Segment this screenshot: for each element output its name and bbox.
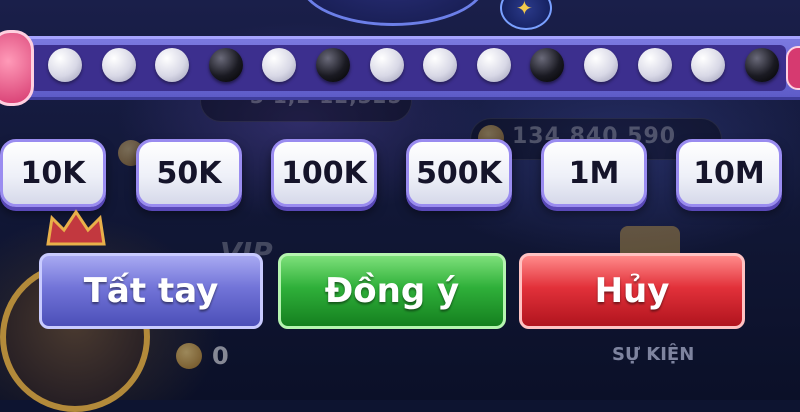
white-bead	[691, 48, 725, 82]
white-bead	[155, 48, 189, 82]
confirm-button[interactable]: Đồng ý	[278, 253, 506, 329]
chip-10k-button[interactable]: 10K	[0, 139, 106, 207]
black-bead	[530, 48, 564, 82]
crown-icon	[46, 209, 106, 246]
chip-1m-button[interactable]: 1M	[541, 139, 647, 207]
chip-100k-button[interactable]: 100K	[271, 139, 377, 207]
black-bead	[745, 48, 779, 82]
white-bead	[48, 48, 82, 82]
white-bead	[370, 48, 404, 82]
white-bead	[102, 48, 136, 82]
event-label[interactable]: SỰ KIỆN	[612, 344, 694, 365]
strip-handle-right-icon[interactable]	[786, 46, 800, 90]
strip-handle-left-icon[interactable]	[0, 30, 34, 106]
balance-value: 0	[212, 342, 229, 370]
balance-display: 0	[176, 342, 229, 370]
white-bead	[477, 48, 511, 82]
bead-road-track	[30, 45, 786, 91]
coin-icon	[176, 343, 202, 369]
white-bead	[423, 48, 457, 82]
all-in-button[interactable]: Tất tay	[39, 253, 263, 329]
white-bead	[638, 48, 672, 82]
white-bead	[262, 48, 296, 82]
black-bead	[316, 48, 350, 82]
cancel-button[interactable]: Hủy	[519, 253, 745, 329]
chip-500k-button[interactable]: 500K	[406, 139, 512, 207]
chip-50k-button[interactable]: 50K	[136, 139, 242, 207]
white-bead	[584, 48, 618, 82]
black-bead	[209, 48, 243, 82]
chip-10m-button[interactable]: 10M	[676, 139, 782, 207]
